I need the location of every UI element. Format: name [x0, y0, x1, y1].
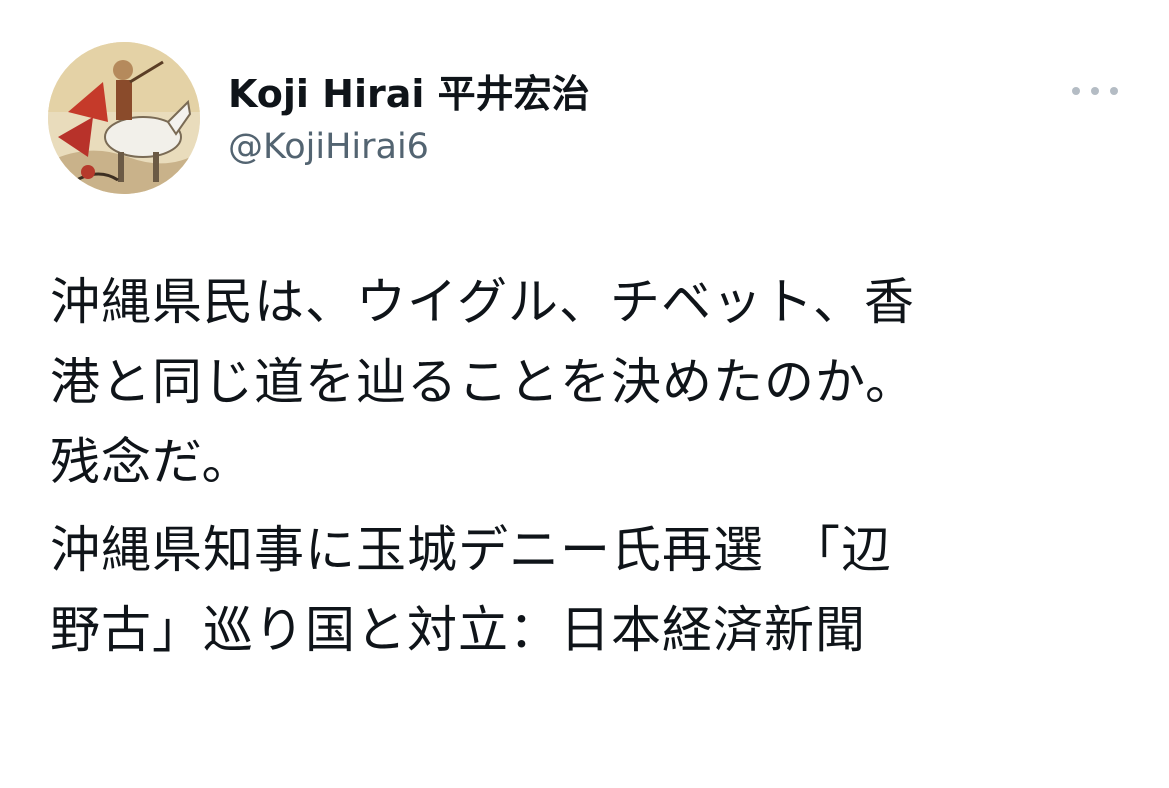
more-horizontal-icon [1091, 87, 1099, 95]
user-handle[interactable]: @KojiHirai6 [228, 126, 429, 168]
more-options-button[interactable] [1068, 76, 1122, 106]
tweet-line: 沖縄県知事に玉城デニー氏再選 「辺 [50, 521, 892, 579]
more-horizontal-icon [1110, 87, 1118, 95]
tweet-line: 野古」巡り国と対立：日本経済新聞 [50, 601, 866, 659]
tweet-line: 沖縄県民は、ウイグル、チベット、香 [50, 273, 915, 331]
avatar[interactable] [48, 42, 200, 194]
more-horizontal-icon [1072, 87, 1080, 95]
tweet-card: Koji Hirai 平井宏治 @KojiHirai6 沖縄県民は、ウイグル、チ… [0, 0, 1169, 788]
tweet-line: 港と同じ道を辿ることを決めたのか。 [50, 353, 916, 411]
avatar-painting-icon [48, 42, 200, 194]
tweet-paragraph: 沖縄県知事に玉城デニー氏再選 「辺 野古」巡り国と対立：日本経済新聞 [50, 510, 1140, 670]
display-name[interactable]: Koji Hirai 平井宏治 [228, 72, 590, 116]
tweet-paragraph: 沖縄県民は、ウイグル、チベット、香 港と同じ道を辿ることを決めたのか。 残念だ。 [50, 262, 1140, 502]
tweet-line: 残念だ。 [50, 433, 253, 491]
tweet-text: 沖縄県民は、ウイグル、チベット、香 港と同じ道を辿ることを決めたのか。 残念だ。… [50, 262, 1140, 670]
